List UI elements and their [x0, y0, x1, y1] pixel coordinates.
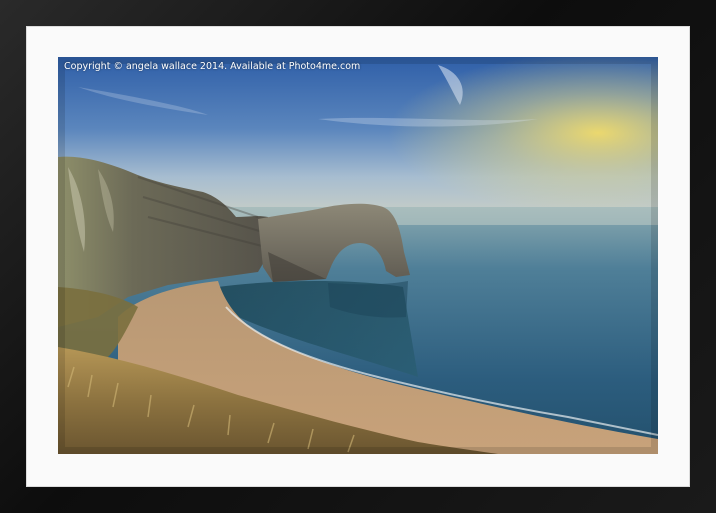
picture-frame: Copyright © angela wallace 2014. Availab… — [0, 0, 716, 513]
copyright-watermark: Copyright © angela wallace 2014. Availab… — [64, 61, 361, 72]
framed-photo: Copyright © angela wallace 2014. Availab… — [58, 57, 658, 454]
photo-scene — [58, 57, 658, 454]
